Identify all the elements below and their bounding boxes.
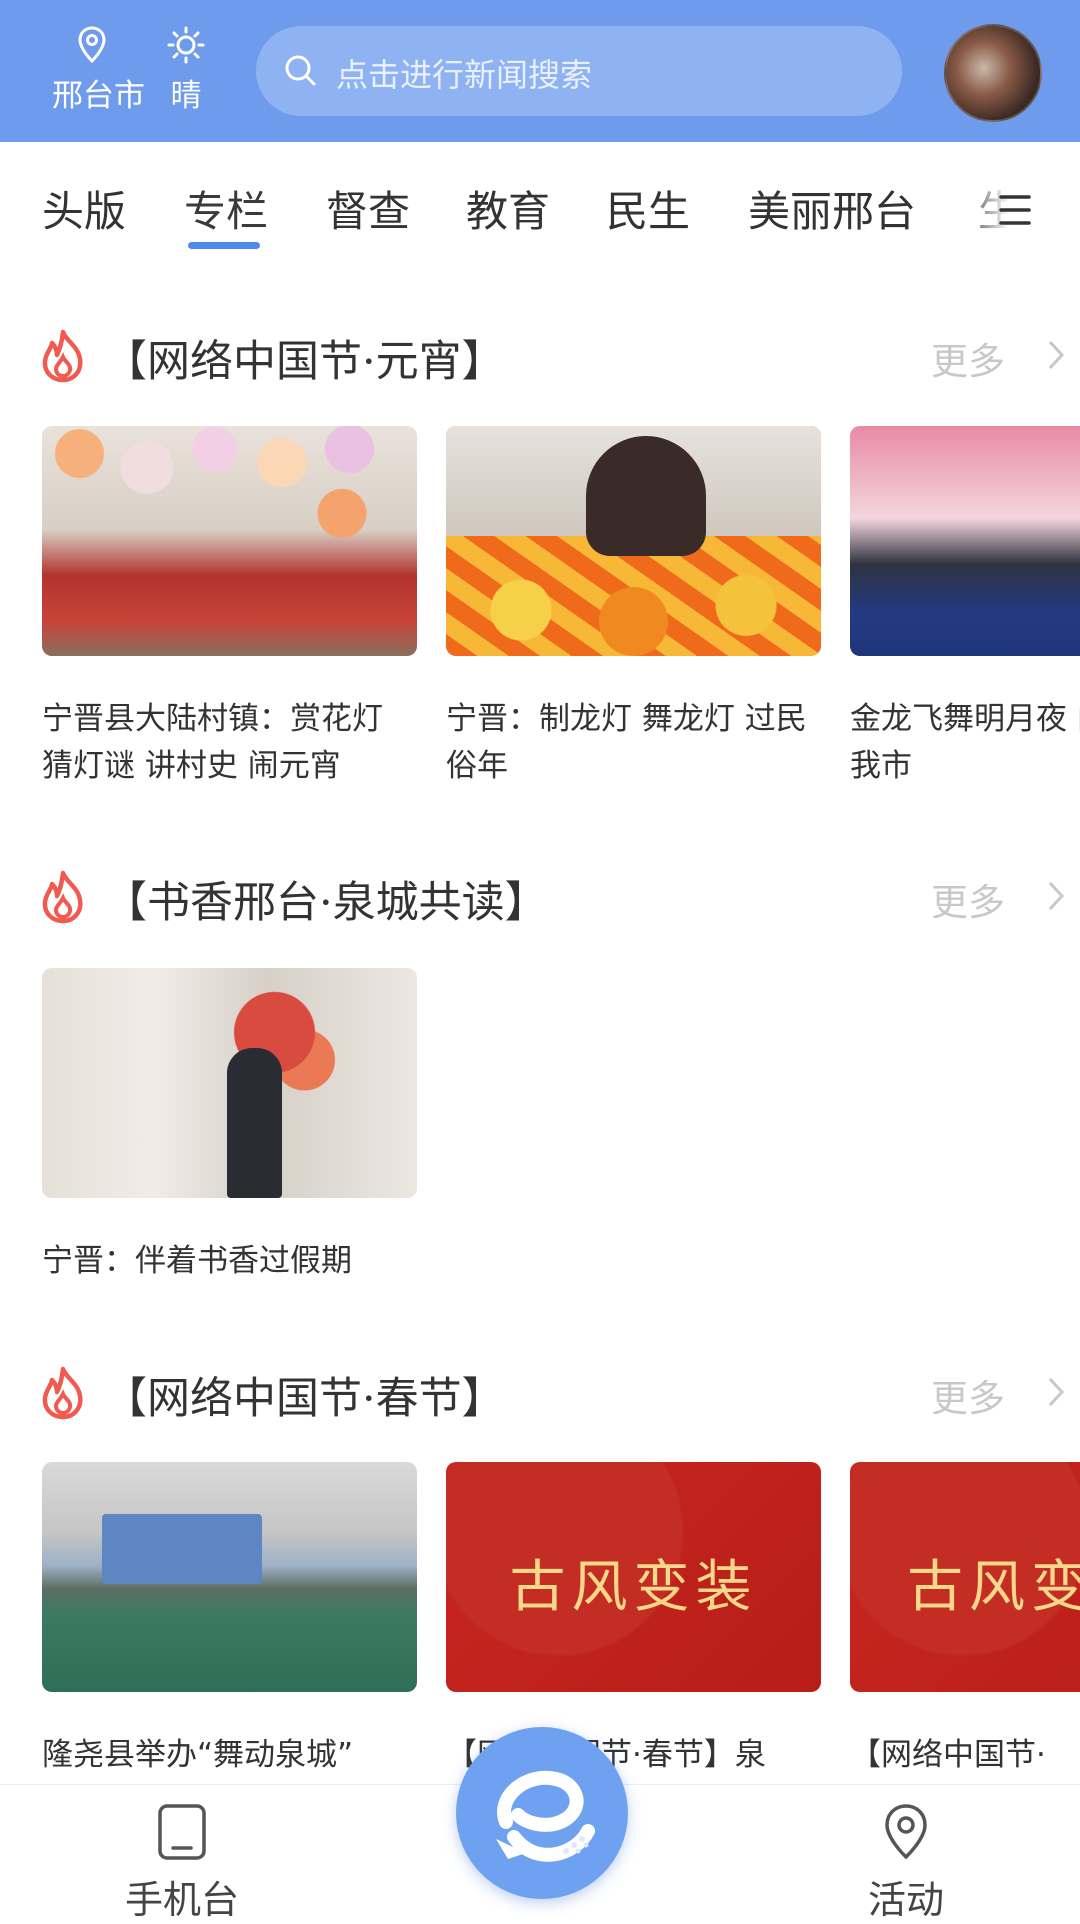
- section-header-lantern: 【网络中国节·元宵】 更多: [38, 325, 1065, 387]
- news-title[interactable]: 金龙飞舞明月夜 曲暖邢襄 我市: [850, 696, 1080, 790]
- more-link[interactable]: 更多: [931, 1368, 1005, 1422]
- fire-icon: [42, 329, 83, 383]
- chevron-right-icon[interactable]: [1046, 1376, 1066, 1408]
- news-thumbnail[interactable]: 古风变: [850, 1462, 1080, 1692]
- location-pin-icon: [78, 26, 106, 64]
- thumbnail-caption: 古风变装: [509, 1555, 758, 1620]
- section-title: 【网络中国节·元宵】: [104, 337, 505, 387]
- news-card[interactable]: 隆尧县举办“舞动泉城”: [42, 1462, 417, 1826]
- tab-column[interactable]: 专栏: [184, 178, 268, 239]
- search-placeholder: 点击进行新闻搜索: [336, 56, 593, 94]
- avatar[interactable]: [944, 24, 1042, 122]
- section-title: 【书香邢台·泉城共读】: [104, 878, 548, 928]
- phone-icon: [158, 1804, 206, 1860]
- home-fab-button[interactable]: [456, 1727, 628, 1899]
- more-link[interactable]: 更多: [931, 872, 1005, 926]
- weather-widget[interactable]: 晴: [146, 26, 226, 115]
- news-card[interactable]: 宁晋：伴着书香过假期: [42, 968, 417, 1332]
- news-card[interactable]: 古风变 【网络中国节·: [850, 1462, 1080, 1826]
- tab-livelihood[interactable]: 民生: [606, 178, 690, 239]
- news-card[interactable]: 宁晋县大陆村镇：赏花灯 猜灯谜 讲村史 闹元宵: [42, 426, 417, 790]
- news-thumbnail[interactable]: 古风变装: [446, 1462, 821, 1692]
- more-link[interactable]: 更多: [931, 331, 1005, 385]
- news-card[interactable]: 金龙飞舞明月夜 曲暖邢襄 我市: [850, 426, 1080, 790]
- news-title[interactable]: 宁晋：制龙灯 舞龙灯 过民俗年: [446, 696, 821, 790]
- news-title[interactable]: 宁晋：伴着书香过假期: [42, 1238, 417, 1332]
- weather-label: 晴: [170, 78, 202, 114]
- nav-activity[interactable]: 活动: [826, 1803, 986, 1924]
- tab-inspection[interactable]: 督查: [326, 178, 410, 239]
- fire-icon: [42, 870, 83, 924]
- chevron-right-icon[interactable]: [1046, 339, 1066, 371]
- active-tab-indicator: [188, 242, 260, 249]
- app-logo-icon: [496, 1770, 595, 1862]
- location-pin-icon: [885, 1804, 927, 1860]
- news-card[interactable]: 宁晋：制龙灯 舞龙灯 过民俗年: [446, 426, 821, 790]
- tab-education[interactable]: 教育: [466, 178, 550, 239]
- location-label: 邢台市: [52, 78, 145, 114]
- news-thumbnail[interactable]: [446, 426, 821, 656]
- fire-icon: [42, 1366, 83, 1420]
- section-header-reading: 【书香邢台·泉城共读】 更多: [38, 866, 1065, 928]
- tab-beautiful-xingtai[interactable]: 美丽邢台: [748, 178, 916, 239]
- news-thumbnail[interactable]: [42, 1462, 417, 1692]
- sun-icon: [167, 26, 205, 64]
- nav-mobile-tv[interactable]: 手机台: [102, 1803, 262, 1924]
- section-title: 【网络中国节·春节】: [104, 1374, 505, 1424]
- news-thumbnail[interactable]: [42, 426, 417, 656]
- menu-icon[interactable]: [998, 192, 1032, 228]
- tab-headline[interactable]: 头版: [42, 178, 126, 239]
- search-icon: [285, 55, 316, 86]
- news-thumbnail[interactable]: [42, 968, 417, 1198]
- news-thumbnail[interactable]: [850, 426, 1080, 656]
- nav-label: 活动: [867, 1878, 944, 1922]
- search-bar[interactable]: 点击进行新闻搜索: [256, 26, 902, 116]
- section-header-spring: 【网络中国节·春节】 更多: [38, 1362, 1065, 1424]
- top-bar: 邢台市 晴 点击进行新闻搜索: [0, 0, 1080, 142]
- nav-label: 手机台: [124, 1878, 239, 1922]
- category-tabs: 头版 专栏 督查 教育 民生 美丽邢台 生: [0, 142, 1080, 272]
- thumbnail-caption: 古风变: [907, 1555, 1080, 1620]
- chevron-right-icon[interactable]: [1046, 880, 1066, 912]
- news-title[interactable]: 宁晋县大陆村镇：赏花灯 猜灯谜 讲村史 闹元宵: [42, 696, 417, 790]
- location-widget[interactable]: 邢台市: [52, 26, 145, 115]
